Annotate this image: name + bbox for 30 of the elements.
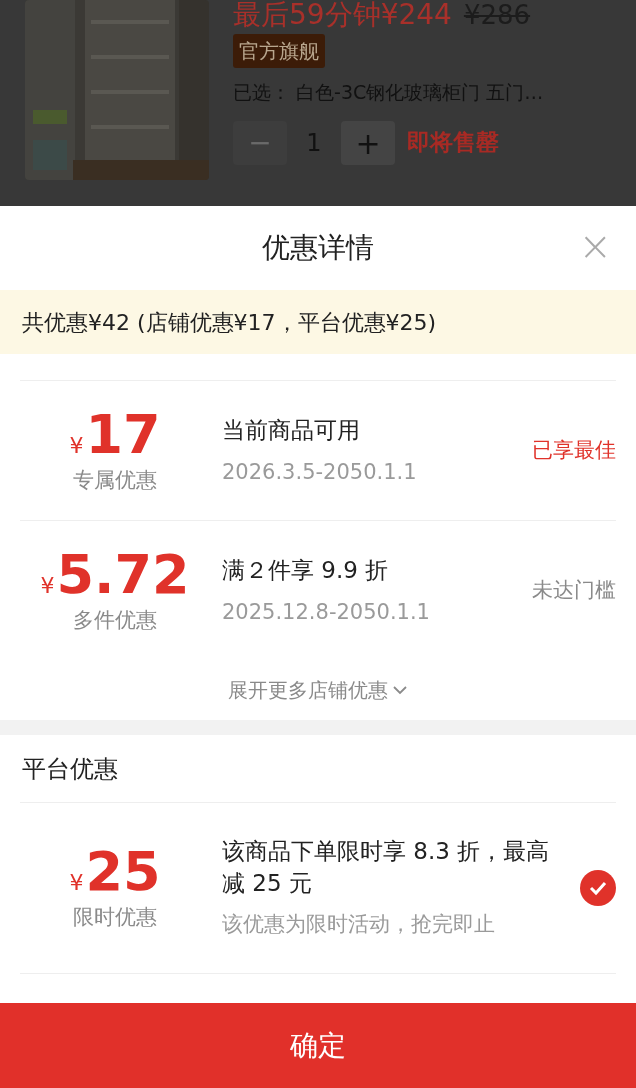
checked-icon[interactable] xyxy=(580,870,616,906)
coupon-title: 该商品下单限时享 8.3 折，最高减 25 元 xyxy=(222,837,551,899)
discount-amount: 17 xyxy=(85,404,161,465)
chevron-down-icon xyxy=(392,685,408,695)
store-tag: 官方旗舰 xyxy=(233,34,325,68)
sale-price: 最后59分钟¥244 xyxy=(233,0,452,33)
validity-dates: 2026.3.5-2050.1.1 xyxy=(222,459,418,486)
coupon-status: 未达门槛 xyxy=(532,576,616,604)
close-button[interactable]: × xyxy=(578,224,612,268)
discount-amount: 25 xyxy=(85,842,161,903)
coupon-note: 该优惠为限时活动，抢完即止 xyxy=(222,911,496,939)
sheet-title: 优惠详情 xyxy=(262,230,374,266)
summary-banner: 共优惠¥42 (店铺优惠¥17，平台优惠¥25) xyxy=(0,290,636,354)
section-heading: 平台优惠 xyxy=(22,753,118,785)
confirm-button[interactable]: 确定 xyxy=(0,1003,636,1088)
coupon-status: 已享最佳 xyxy=(532,436,616,464)
stock-note: 即将售罄 xyxy=(407,128,499,158)
currency-symbol: ¥ xyxy=(69,869,84,898)
increase-button[interactable]: + xyxy=(341,120,395,165)
discount-amount: 5.72 xyxy=(56,544,190,605)
coupon-type: 多件优惠 xyxy=(73,606,157,634)
coupon-type: 专属优惠 xyxy=(73,466,157,494)
coupon-title: 满２件享 9.9 折 xyxy=(222,555,390,585)
decrease-button[interactable]: − xyxy=(233,120,287,165)
currency-symbol: ¥ xyxy=(69,431,84,460)
coupon-title: 当前商品可用 xyxy=(222,415,361,445)
currency-symbol: ¥ xyxy=(40,571,55,600)
expand-more-link[interactable]: 展开更多店铺优惠 xyxy=(228,675,408,705)
coupon-type: 限时优惠 xyxy=(73,904,157,932)
validity-dates: 2025.12.8-2050.1.1 xyxy=(222,599,431,626)
